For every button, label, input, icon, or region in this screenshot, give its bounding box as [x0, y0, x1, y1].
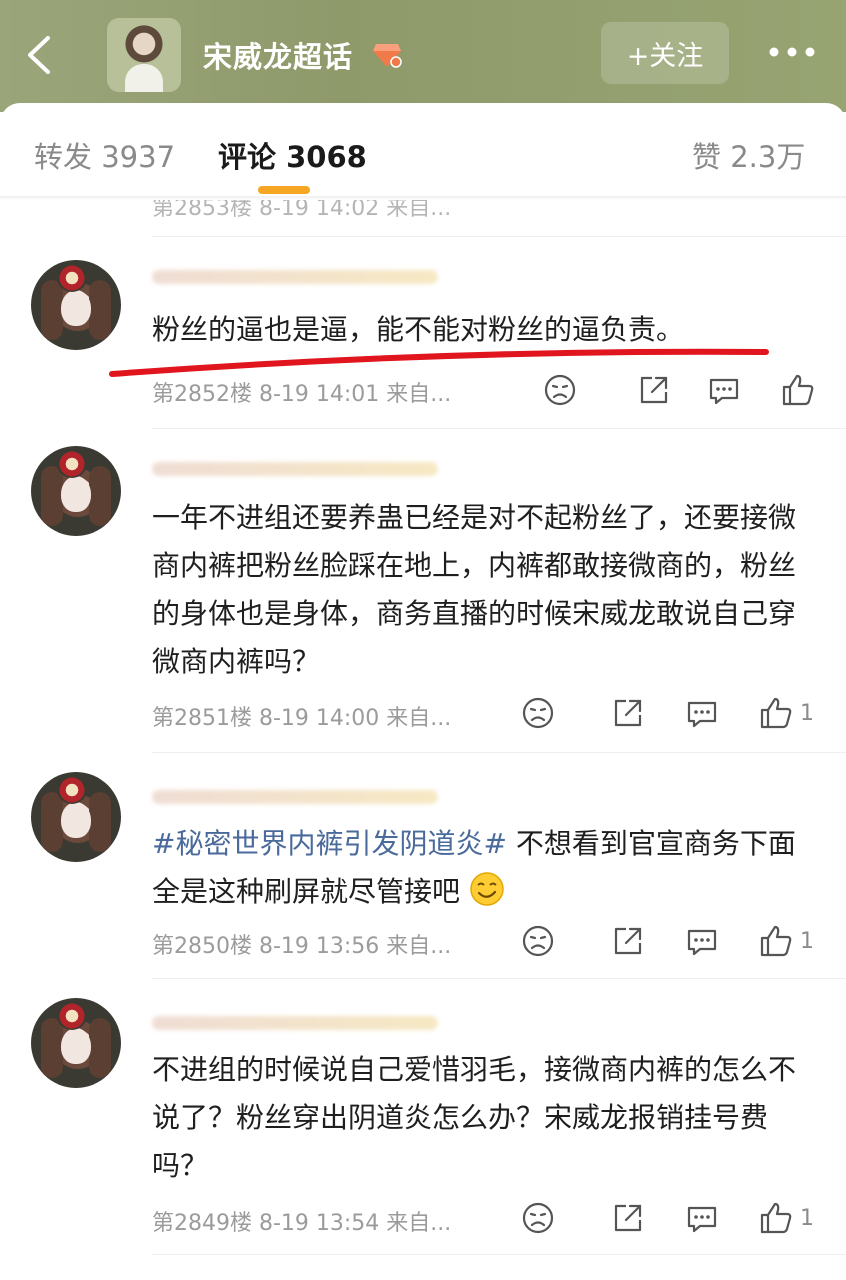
comment-bubble-icon[interactable]	[684, 1200, 720, 1236]
username-redacted	[152, 790, 438, 804]
comment-bubble-icon[interactable]	[684, 695, 720, 731]
tab-reposts[interactable]: 转发 3937	[34, 134, 175, 176]
comment-meta: 第2850楼 8-19 13:56 来自...	[152, 934, 452, 959]
comment-meta: 第2852楼 8-19 14:01 来自...	[152, 382, 452, 407]
thumbs-up-icon[interactable]	[758, 1200, 794, 1236]
dislike-face-icon[interactable]	[520, 1200, 556, 1236]
comment-bubble-icon[interactable]	[706, 372, 742, 408]
tabs-divider	[0, 196, 846, 200]
comment-meta: 第2849楼 8-19 13:54 来自...	[152, 1211, 452, 1236]
username-redacted	[152, 1016, 438, 1030]
avatar[interactable]	[31, 260, 121, 350]
dislike-face-icon[interactable]	[520, 695, 556, 731]
tab-comments[interactable]: 评论 3068	[218, 134, 367, 176]
more-dots-icon[interactable]	[764, 32, 824, 72]
comment-divider	[152, 236, 846, 237]
like-count: 1	[800, 929, 814, 954]
level-badge-icon	[372, 42, 402, 68]
active-tab-indicator	[258, 186, 310, 194]
thumbs-up-icon[interactable]	[758, 923, 794, 959]
avatar[interactable]	[31, 772, 121, 862]
comment-divider	[152, 752, 846, 753]
share-icon[interactable]	[610, 695, 646, 731]
comment-text: 粉丝的逼也是逼，能不能对粉丝的逼负责。	[152, 313, 685, 346]
like-count: 1	[800, 701, 814, 726]
back-arrow-icon[interactable]	[20, 30, 60, 80]
header-bar: 宋威龙超话 +关注	[0, 0, 846, 112]
comment-bubble-icon[interactable]	[684, 923, 720, 959]
thumbs-up-icon[interactable]	[758, 695, 794, 731]
avatar[interactable]	[31, 446, 121, 536]
username-redacted	[152, 270, 438, 284]
share-icon[interactable]	[636, 372, 672, 408]
avatar[interactable]	[31, 998, 121, 1088]
like-count: 1	[800, 1206, 814, 1231]
topic-title[interactable]: 宋威龙超话	[203, 34, 353, 76]
comment-meta: 第2851楼 8-19 14:00 来自...	[152, 706, 452, 731]
comment-divider	[152, 978, 846, 979]
share-icon[interactable]	[610, 923, 646, 959]
comment-divider	[152, 428, 846, 429]
hashtag-link[interactable]: #秘密世界内裤引发阴道炎#	[152, 827, 507, 860]
thumbs-up-icon[interactable]	[780, 372, 816, 408]
dislike-face-icon[interactable]	[520, 923, 556, 959]
smirk-emoji-icon	[469, 871, 505, 907]
dislike-face-icon[interactable]	[542, 372, 578, 408]
follow-button[interactable]: +关注	[601, 22, 729, 84]
username-redacted	[152, 462, 438, 476]
share-icon[interactable]	[610, 1200, 646, 1236]
topic-avatar[interactable]	[107, 18, 181, 92]
comment-text: 不进组的时候说自己爱惜羽毛，接微商内裤的怎么不说了？粉丝穿出阴道炎怎么办？宋威龙…	[152, 1053, 797, 1182]
tab-likes[interactable]: 赞 2.3万	[692, 134, 805, 176]
comment-text: #秘密世界内裤引发阴道炎# 不想看到官宣商务下面全是这种刷屏就尽管接吧	[152, 820, 802, 916]
comment-text: 一年不进组还要养蛊已经是对不起粉丝了，还要接微商内裤把粉丝脸踩在地上，内裤都敢接…	[152, 501, 797, 678]
comment-divider	[152, 1254, 846, 1255]
